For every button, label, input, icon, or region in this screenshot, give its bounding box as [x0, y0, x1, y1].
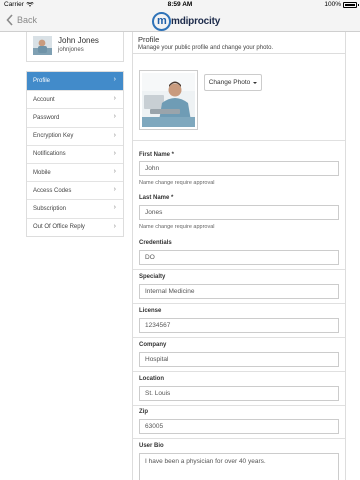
chevron-right-icon: › — [113, 76, 116, 83]
location-field[interactable]: St. Louis — [139, 386, 339, 401]
status-time: 8:59 AM — [167, 1, 193, 8]
chevron-right-icon: › — [113, 186, 116, 194]
company-value: Hospital — [145, 356, 169, 363]
specialty-value: Internal Medicine — [145, 288, 195, 295]
menu-item-label: Account — [33, 96, 55, 103]
company-field[interactable]: Hospital — [139, 352, 339, 367]
status-bar: Carrier 8:59 AM 100% — [0, 0, 360, 11]
menu-item-label: Subscription — [33, 205, 67, 212]
logo-wordmark: mdiprocity — [171, 16, 221, 27]
last-name-value: Jones — [145, 209, 163, 216]
user-full-name: John Jones — [58, 36, 99, 45]
menu-item-mobile[interactable]: Mobile › — [27, 162, 123, 181]
menu-item-encryption-key[interactable]: Encryption Key › — [27, 126, 123, 145]
specialty-label: Specialty — [139, 274, 166, 280]
license-label: License — [139, 308, 162, 314]
menu-item-account[interactable]: Account › — [27, 90, 123, 108]
battery-icon — [343, 1, 359, 8]
caret-down-icon — [253, 81, 258, 84]
menu-item-profile[interactable]: Profile › — [27, 72, 123, 91]
chevron-right-icon: › — [113, 222, 116, 230]
license-field[interactable]: 1234567 — [139, 318, 339, 333]
menu-item-subscription[interactable]: Subscription › — [27, 199, 123, 217]
first-name-help: Name change require approval — [139, 180, 215, 186]
menu-item-out-of-office-reply[interactable]: Out Of Office Reply › — [27, 217, 123, 236]
divider — [133, 140, 345, 141]
divider — [133, 438, 345, 439]
first-name-field[interactable]: John — [139, 161, 339, 176]
profile-photo-image — [142, 73, 195, 127]
logo-mark: m — [157, 15, 167, 27]
last-name-label: Last Name * — [139, 195, 174, 201]
user-bio-textarea[interactable]: I have been a physician for over 40 year… — [139, 453, 339, 480]
last-name-help: Name change require approval — [139, 224, 215, 230]
chevron-right-icon: › — [113, 95, 116, 103]
location-value: St. Louis — [145, 390, 171, 397]
menu-item-label: Out Of Office Reply — [33, 224, 85, 231]
menu-item-label: Password — [33, 114, 60, 121]
first-name-label: First Name * — [139, 152, 175, 158]
menu-item-label: Profile — [33, 78, 51, 85]
settings-menu: Profile › Account › Password › Encryptio… — [26, 71, 124, 237]
divider — [133, 371, 345, 372]
chevron-right-icon: › — [113, 204, 116, 212]
page-subtitle: Manage your public profile and change yo… — [138, 45, 274, 51]
menu-item-notifications[interactable]: Notifications › — [27, 144, 123, 163]
divider — [133, 303, 345, 304]
license-value: 1234567 — [145, 322, 171, 329]
battery-percent: 100% — [324, 1, 341, 8]
location-label: Location — [139, 376, 164, 382]
back-button[interactable]: Back — [6, 14, 37, 26]
user-bio-label: User Bio — [139, 443, 164, 449]
menu-item-label: Access Codes — [33, 187, 72, 194]
user-username: johnjones — [58, 47, 84, 53]
profile-panel: Profile Manage your public profile and c… — [132, 32, 346, 480]
menu-item-password[interactable]: Password › — [27, 108, 123, 126]
menu-item-access-codes[interactable]: Access Codes › — [27, 181, 123, 199]
credentials-label: Credentials — [139, 240, 172, 246]
panel-header: Profile Manage your public profile and c… — [133, 32, 345, 54]
divider — [133, 269, 345, 270]
chevron-right-icon: › — [113, 167, 116, 175]
avatar — [33, 36, 52, 55]
menu-item-label: Mobile — [33, 169, 51, 176]
profile-photo — [139, 70, 198, 130]
menu-item-label: Notifications — [33, 151, 66, 158]
company-label: Company — [139, 342, 167, 348]
user-bio-value: I have been a physician for over 40 year… — [145, 458, 266, 465]
divider — [133, 405, 345, 406]
zip-value: 63005 — [145, 423, 164, 430]
credentials-value: DO — [145, 254, 155, 261]
credentials-field[interactable]: DO — [139, 250, 339, 265]
user-summary-card: John Jones johnjones — [26, 32, 124, 62]
divider — [133, 337, 345, 338]
chevron-right-icon: › — [113, 131, 116, 139]
back-label: Back — [17, 15, 38, 25]
app-logo: m mdiprocity — [152, 12, 220, 31]
page-title: Profile — [138, 35, 160, 44]
first-name-value: John — [145, 165, 160, 172]
battery-indicator: 100% — [324, 1, 359, 8]
zip-field[interactable]: 63005 — [139, 419, 339, 434]
menu-item-label: Encryption Key — [33, 133, 74, 140]
zip-label: Zip — [139, 409, 148, 415]
last-name-field[interactable]: Jones — [139, 205, 339, 220]
specialty-field[interactable]: Internal Medicine — [139, 284, 339, 299]
change-photo-label: Change Photo — [208, 79, 251, 86]
user-photo-thumbnail — [33, 36, 52, 55]
change-photo-button[interactable]: Change Photo — [204, 74, 262, 91]
chevron-right-icon: › — [113, 113, 116, 121]
navigation-bar: Back m mdiprocity — [0, 11, 360, 32]
chevron-left-icon — [6, 14, 13, 26]
chevron-right-icon: › — [113, 149, 116, 157]
